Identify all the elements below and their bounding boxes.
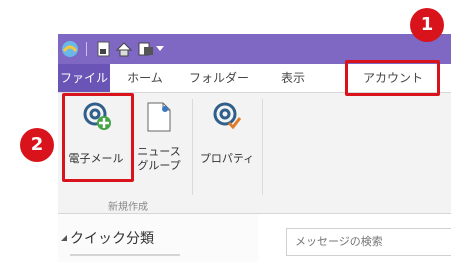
properties-at-icon <box>213 102 242 130</box>
contacts-icon[interactable] <box>138 41 154 57</box>
newsgroup-label-line2: グループ <box>137 159 181 172</box>
group-divider <box>192 99 193 195</box>
newsgroup-document-icon <box>147 102 171 132</box>
new-file-icon[interactable] <box>96 41 112 57</box>
new-newsgroup-button[interactable]: ニュース グループ <box>130 95 188 181</box>
message-search-input[interactable] <box>286 228 451 256</box>
qat-separator <box>86 42 87 56</box>
highlight-account-tab <box>345 60 440 96</box>
step-badge-2: 2 <box>20 128 54 162</box>
properties-button[interactable]: プロパティ <box>198 95 256 181</box>
tab-file[interactable]: ファイル <box>58 64 110 92</box>
qat-dropdown-icon[interactable] <box>156 46 164 52</box>
newsgroup-label-line1: ニュース <box>137 145 181 158</box>
step-badge-1: 1 <box>410 8 444 42</box>
group-divider <box>262 99 263 195</box>
quick-views-heading[interactable]: クイック分類 <box>70 228 154 248</box>
properties-label: プロパティ <box>199 152 255 165</box>
app-logo-icon <box>62 41 78 57</box>
tab-view[interactable]: 表示 <box>272 64 314 92</box>
collapse-triangle-icon[interactable] <box>60 234 68 242</box>
folder-item-partial <box>70 254 180 262</box>
tab-folder[interactable]: フォルダー <box>186 64 252 92</box>
highlight-email-command <box>62 93 134 182</box>
folder-pane: クイック分類 <box>58 214 258 262</box>
group-new-label: 新規作成 <box>108 202 148 213</box>
tab-home[interactable]: ホーム <box>118 64 172 92</box>
send-receive-icon[interactable] <box>116 41 132 57</box>
